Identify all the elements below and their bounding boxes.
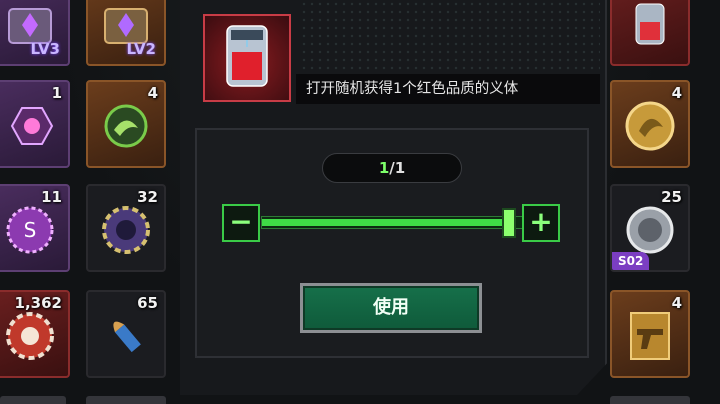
red-capsule-icon: I	[226, 25, 268, 87]
item-count: 11	[41, 188, 62, 206]
item-count: 32	[137, 188, 158, 206]
item-count: 1	[51, 84, 62, 102]
item-count: 4	[671, 294, 682, 312]
decorative-dot-pattern	[300, 0, 600, 70]
quantity-display: 1/1	[322, 153, 462, 183]
bullet-icon	[113, 321, 141, 352]
revolver-card-icon	[630, 311, 670, 360]
bottle-cap-icon: S	[6, 206, 54, 254]
quantity-slider[interactable]	[261, 216, 523, 229]
inventory-row-edge	[0, 396, 66, 404]
season-badge: S02	[612, 252, 650, 270]
gold-dragon-coin-icon	[625, 101, 675, 151]
red-capsule-icon	[635, 3, 665, 45]
item-description: 打开随机获得1个红色品质的义体	[296, 74, 600, 104]
inventory-slot-poker-chip[interactable]: 32	[86, 184, 166, 272]
inventory-slot-bullet[interactable]: 65	[86, 290, 166, 378]
slider-fill	[262, 219, 504, 226]
use-button[interactable]: 使用	[300, 283, 482, 333]
inventory-slot-red-capsule[interactable]	[610, 0, 690, 66]
inventory-slot-chest-lv2[interactable]: LV2	[86, 0, 166, 66]
item-count: 25	[661, 188, 682, 206]
selected-item-frame: I	[203, 14, 291, 102]
inventory-slot-bottle-cap[interactable]: S 11	[0, 184, 70, 272]
item-count: 4	[671, 84, 682, 102]
quantity-total: /1	[389, 159, 406, 177]
dragon-emblem-icon	[104, 104, 148, 148]
level-tag: LV2	[126, 40, 156, 58]
slider-thumb[interactable]	[502, 208, 516, 238]
item-count: 4	[147, 84, 158, 102]
inventory-slot-red-chip[interactable]: 1,362	[0, 290, 70, 378]
decrease-button[interactable]: −	[222, 204, 260, 242]
item-count: 65	[137, 294, 158, 312]
inventory-slot-implant[interactable]: 1	[0, 80, 70, 168]
inventory-slot-chest-lv3[interactable]: LV3	[0, 0, 70, 66]
silver-coin-icon	[626, 206, 674, 254]
inventory-slot-dragon-emblem[interactable]: 4	[86, 80, 166, 168]
inventory-row-edge	[86, 396, 166, 404]
cyber-implant-icon	[10, 106, 54, 145]
poker-chip-icon	[102, 205, 150, 254]
inventory-slot-gold-dragon-coin[interactable]: 4	[610, 80, 690, 168]
level-tag: LV3	[30, 40, 60, 58]
inventory-slot-silver-coin[interactable]: 25 S02	[610, 184, 690, 272]
svg-text:S: S	[24, 218, 37, 242]
increase-button[interactable]: +	[522, 204, 560, 242]
item-count: 1,362	[14, 294, 62, 312]
quantity-current: 1	[378, 159, 390, 177]
inventory-slot-revolver-card[interactable]: 4	[610, 290, 690, 378]
inventory-row-edge	[610, 396, 690, 404]
red-chip-icon	[6, 311, 54, 360]
svg-text:I: I	[246, 39, 249, 50]
